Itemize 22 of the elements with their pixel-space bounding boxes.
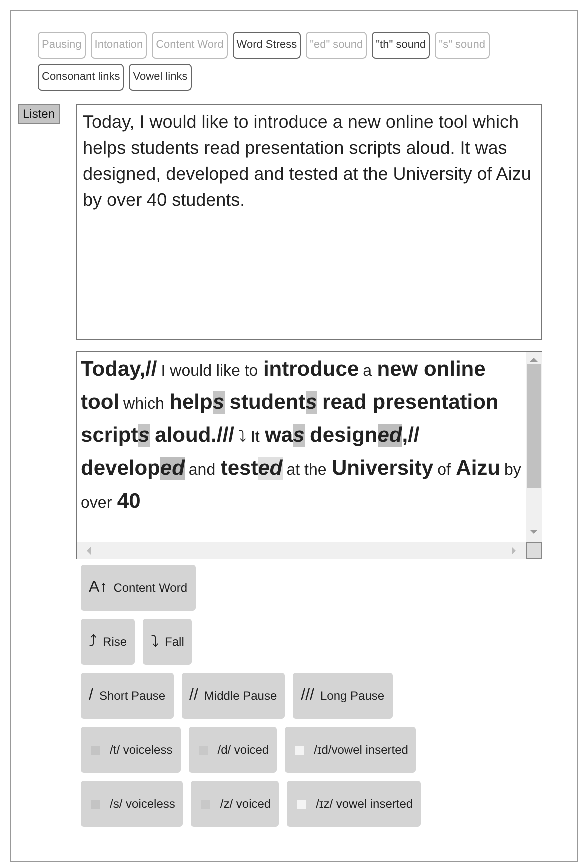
feature-toggle[interactable]: Vowel links xyxy=(129,64,192,91)
feature-toggle[interactable]: Word Stress xyxy=(232,32,302,59)
scrollbar-corner xyxy=(526,542,542,559)
script-field[interactable]: Today, I would like to introduce a new online tool which helps students read presentation scripts aloud. It was designed, developed and tested at the University of Aizu by over 40 students. xyxy=(76,104,542,340)
horizontal-scrollbar[interactable] xyxy=(77,542,526,559)
annotated-text: Today,// I would like to introduce a new online tool which helps students read presentation scripts aloud./// ⤵ It was designed,// developed and tested at the University of Aizu by over 40 xyxy=(80,357,522,515)
legend-button[interactable]: /s/ voiceless xyxy=(81,781,184,827)
legend-button[interactable]: ⤵ Fall xyxy=(143,619,192,665)
legend-button[interactable]: ⤴ Rise xyxy=(81,619,136,665)
feature-toggle[interactable]: "th" sound xyxy=(372,32,430,59)
legend-button[interactable]: /ɪd/vowel inserted xyxy=(285,727,416,773)
legend-button[interactable]: /ɪz/ vowel inserted xyxy=(287,781,422,827)
legend-button[interactable]: /z/ voiced xyxy=(191,781,280,827)
legend-button[interactable]: A↑ Content Word xyxy=(81,565,196,611)
vertical-scrollbar[interactable] xyxy=(526,352,542,542)
listen-button[interactable]: Listen xyxy=(18,104,60,124)
feature-toggle[interactable]: Consonant links xyxy=(38,64,124,91)
legend-button[interactable]: /d/ voiced xyxy=(188,727,278,773)
legend-button[interactable]: // Middle Pause xyxy=(182,673,286,719)
legend-button[interactable]: /t/ voiceless xyxy=(81,727,181,773)
legend-button[interactable]: /// Long Pause xyxy=(293,673,393,719)
legend-button[interactable]: / Short Pause xyxy=(81,673,174,719)
